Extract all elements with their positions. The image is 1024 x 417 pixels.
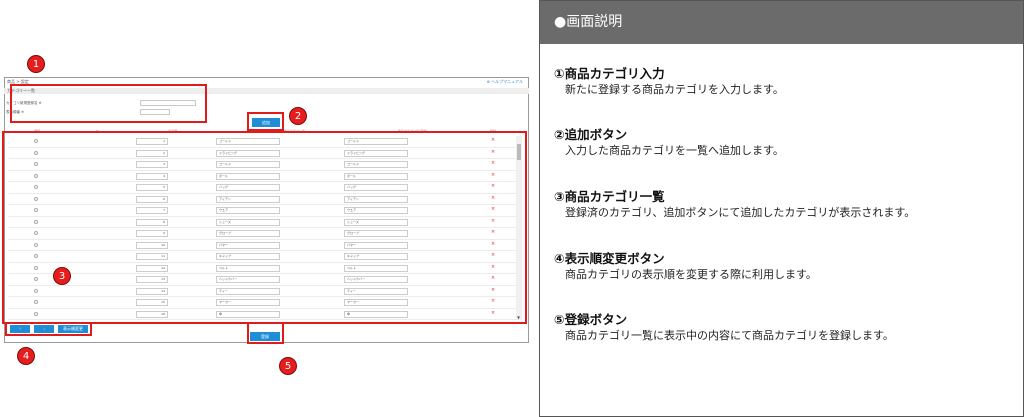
desc-item-title: ①商品カテゴリ入力 — [554, 66, 665, 81]
highlight-register-button — [247, 322, 284, 344]
description-panel: ●画面説明 ①商品カテゴリ入力 新たに登録する商品カテゴリを入力します。 ②追加… — [539, 0, 1024, 417]
desc-item-2: ②追加ボタン 入力した商品カテゴリを一覧へ追加します。 — [554, 127, 784, 158]
panel-title: ●画面説明 — [540, 1, 1023, 44]
highlight-order-buttons — [5, 322, 92, 336]
highlight-category-list — [2, 131, 527, 324]
desc-item-text: 入力した商品カテゴリを一覧へ追加します。 — [565, 144, 784, 157]
desc-item-1: ①商品カテゴリ入力 新たに登録する商品カテゴリを入力します。 — [554, 66, 784, 97]
desc-item-text: 登録済のカテゴリ、追加ボタンにて追加したカテゴリが表示されます。 — [565, 206, 916, 219]
marker-1: 1 — [27, 55, 45, 73]
desc-item-title: ②追加ボタン — [554, 127, 628, 142]
highlight-add-button — [247, 112, 284, 131]
desc-item-4: ④表示順変更ボタン 商品カテゴリの表示順を変更する際に利用します。 — [554, 251, 817, 282]
marker-4: 4 — [17, 347, 35, 365]
marker-5: 5 — [279, 357, 297, 375]
marker-2: 2 — [289, 107, 307, 125]
highlight-category-input — [10, 84, 207, 123]
marker-3: 3 — [53, 267, 71, 285]
desc-item-title: ③商品カテゴリ一覧 — [554, 189, 665, 204]
manual-link[interactable]: ⊕ ヘルプマニュアル — [486, 79, 523, 85]
desc-item-text: 新たに登録する商品カテゴリを入力します。 — [565, 83, 784, 96]
desc-item-text: 商品カテゴリの表示順を変更する際に利用します。 — [565, 268, 817, 281]
desc-item-3: ③商品カテゴリ一覧 登録済のカテゴリ、追加ボタンにて追加したカテゴリが表示されま… — [554, 189, 915, 220]
desc-item-5: ⑤登録ボタン 商品カテゴリ一覧に表示中の内容にて商品カテゴリを登録します。 — [554, 312, 894, 343]
desc-item-title: ④表示順変更ボタン — [554, 251, 665, 266]
desc-item-title: ⑤登録ボタン — [554, 312, 628, 327]
desc-item-text: 商品カテゴリ一覧に表示中の内容にて商品カテゴリを登録します。 — [565, 329, 894, 342]
